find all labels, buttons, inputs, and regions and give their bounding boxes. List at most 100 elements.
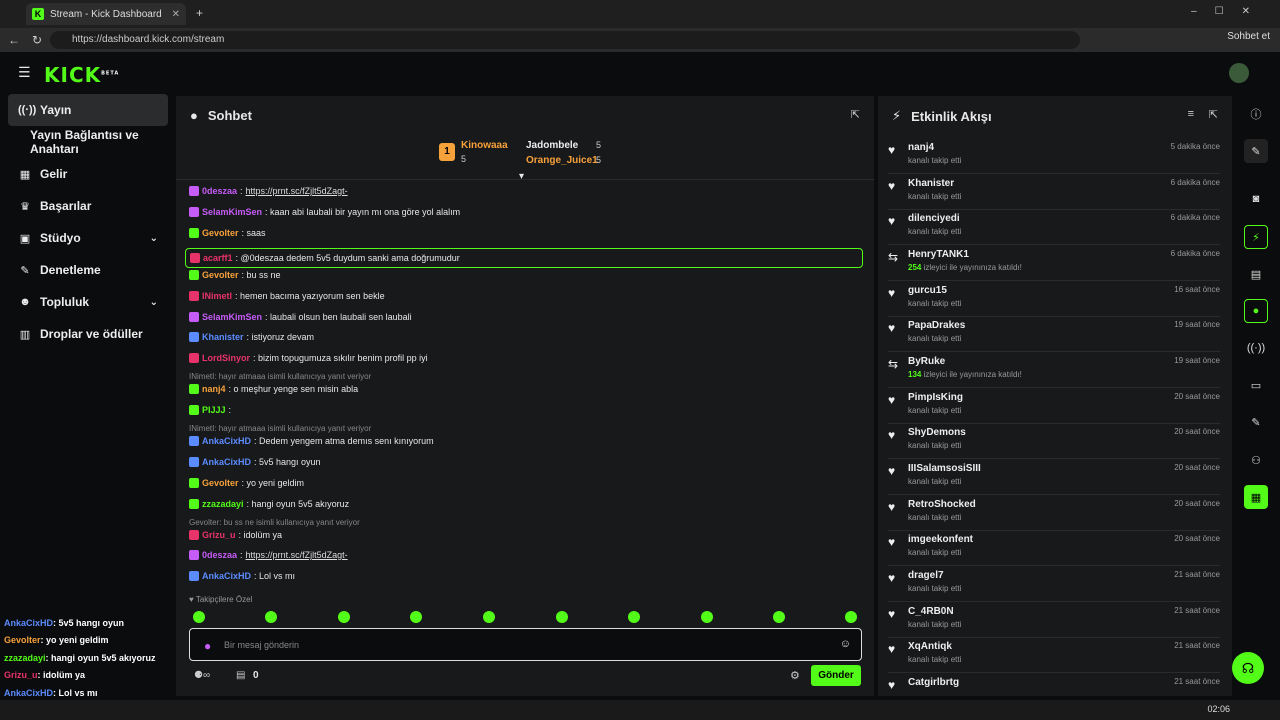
- browser-tab[interactable]: K Stream - Kick Dashboard ✕: [26, 3, 186, 25]
- chat-username[interactable]: PIJJJ: [202, 405, 226, 415]
- send-button[interactable]: Gönder: [811, 665, 861, 686]
- leader-name[interactable]: Jadombele: [526, 140, 578, 151]
- chat-message[interactable]: Khanister: istiyoruz devam: [189, 332, 314, 342]
- sidebar-item-studyo[interactable]: ▣ Stüdyo ⌄: [8, 222, 168, 254]
- chat-message[interactable]: SelamKimSen: laubali olsun ben laubali s…: [189, 312, 412, 322]
- chat-username[interactable]: Gevolter: [202, 228, 239, 238]
- sidebar-item-topluluk[interactable]: ☻ Topluluk ⌄: [8, 286, 168, 318]
- popout-icon[interactable]: ⇱: [851, 108, 860, 121]
- emote-icon[interactable]: [483, 611, 495, 623]
- activity-item[interactable]: ♥ Khanister kanalı takip etti 6 dakika önce: [888, 176, 1220, 210]
- reload-icon[interactable]: ↻: [32, 33, 42, 47]
- chat-message[interactable]: 0deszaa: https://prnt.sc/fZjlt5dZagt-: [189, 550, 348, 560]
- copilot-button[interactable]: Sohbet et: [1227, 31, 1270, 42]
- chat-username[interactable]: AnkaCixHD: [202, 457, 251, 467]
- chat-message[interactable]: acarff1: @0deszaa dedem 5v5 duydum sanki…: [185, 248, 863, 268]
- activity-username[interactable]: RetroShocked: [908, 499, 976, 510]
- emote-icon[interactable]: [773, 611, 785, 623]
- activity-item[interactable]: ♥ C_4RB0N kanalı takip etti 21 saat önce: [888, 604, 1220, 638]
- chat-username[interactable]: zzazadayi: [202, 499, 244, 509]
- activity-username[interactable]: ByRuke: [908, 356, 945, 367]
- chat-username[interactable]: Gevolter: [202, 270, 239, 280]
- sidebar-item-yayin[interactable]: ((·)) Yayın: [8, 94, 168, 126]
- chat-message[interactable]: PIJJJ:: [189, 405, 231, 415]
- chat-username[interactable]: acarff1: [203, 253, 233, 263]
- activity-item[interactable]: ♥ dragel7 kanalı takip etti 21 saat önce: [888, 568, 1220, 602]
- activity-username[interactable]: gurcu15: [908, 285, 947, 296]
- leader-name[interactable]: Orange_Juice1: [526, 155, 598, 166]
- activity-username[interactable]: PapaDrakes: [908, 320, 965, 331]
- activity-username[interactable]: dragel7: [908, 570, 944, 581]
- activity-username[interactable]: Catgirlbrtg: [908, 677, 959, 688]
- help-icon[interactable]: ☊: [1232, 652, 1264, 684]
- activity-item[interactable]: ♥ dilenciyedi kanalı takip etti 6 dakika ön…: [888, 211, 1220, 245]
- chat-message[interactable]: Gevolter: bu ss ne: [189, 270, 281, 280]
- popout-icon[interactable]: ⇱: [1209, 108, 1218, 121]
- activity-username[interactable]: HenryTANK1: [908, 249, 969, 260]
- chat-username[interactable]: Gevolter: [202, 478, 239, 488]
- leader-name[interactable]: Kinowaaa: [461, 140, 508, 151]
- activity-username[interactable]: PimpIsKing: [908, 392, 963, 403]
- activity-item[interactable]: ♥ nanj4 kanalı takip etti 5 dakika önce: [888, 140, 1220, 174]
- chat-username[interactable]: Grizu_u: [202, 530, 236, 540]
- avatar[interactable]: [1229, 63, 1249, 83]
- chat-username[interactable]: SelamKimSen: [202, 207, 262, 217]
- activity-item[interactable]: ♥ PimpIsKing kanalı takip etti 20 saat önce: [888, 390, 1220, 424]
- chat-username[interactable]: INimetI: [202, 291, 232, 301]
- activity-username[interactable]: Khanister: [908, 178, 954, 189]
- info-icon[interactable]: ⓘ: [1244, 102, 1268, 126]
- emote-icon[interactable]: [338, 611, 350, 623]
- chat-message[interactable]: AnkaCixHD: Dedem yengem atma demıs senı …: [189, 436, 434, 446]
- chat-username[interactable]: SelamKimSen: [202, 312, 262, 322]
- wrench-icon[interactable]: ✎: [1244, 410, 1268, 434]
- chat-message[interactable]: Gevolter: saas: [189, 228, 266, 238]
- emote-icon[interactable]: [845, 611, 857, 623]
- chat-message[interactable]: LordSinyor: bizim topugumuza sıkılır ben…: [189, 353, 428, 363]
- chat-message[interactable]: SelamKimSen: kaan abi laubali bir yayın …: [189, 207, 460, 217]
- window-controls[interactable]: –☐✕: [1191, 6, 1268, 17]
- expand-icon[interactable]: ▾: [519, 171, 524, 182]
- chat-message[interactable]: AnkaCixHD: Lol vs mı: [189, 571, 295, 581]
- activity-item[interactable]: ♥ XqAntiqk kanalı takip etti 21 saat önce: [888, 639, 1220, 673]
- notes-icon[interactable]: ▤: [1244, 262, 1268, 286]
- new-tab-icon[interactable]: +: [196, 6, 203, 20]
- emote-icon[interactable]: [701, 611, 713, 623]
- activity-item[interactable]: ♥ gurcu15 kanalı takip etti 16 saat önce: [888, 283, 1220, 317]
- close-tab-icon[interactable]: ✕: [172, 9, 180, 20]
- activity-username[interactable]: nanj4: [908, 142, 934, 153]
- activity-username[interactable]: dilenciyedi: [908, 213, 960, 224]
- screen-icon[interactable]: ◙: [1244, 187, 1268, 211]
- chat-toggle-icon[interactable]: ●: [1244, 299, 1268, 323]
- users-icon[interactable]: ⚇: [1244, 448, 1268, 472]
- chat-username[interactable]: Khanister: [202, 332, 244, 342]
- chat-username[interactable]: AnkaCixHD: [202, 436, 251, 446]
- sidebar-item-denetleme[interactable]: ✎ Denetleme: [8, 254, 168, 286]
- activity-username[interactable]: XqAntiqk: [908, 641, 952, 652]
- back-icon[interactable]: ←: [8, 33, 20, 47]
- chat-username[interactable]: nanj4: [202, 384, 226, 394]
- layout-icon[interactable]: ▭: [1244, 373, 1268, 397]
- activity-toggle-icon[interactable]: ⚡: [1244, 225, 1268, 249]
- activity-username[interactable]: imgeekonfent: [908, 534, 973, 545]
- emote-icon[interactable]: [628, 611, 640, 623]
- sidebar-item-basarilar[interactable]: ♛ Başarılar: [8, 190, 168, 222]
- broadcast-icon[interactable]: ((·)): [1244, 336, 1268, 360]
- chat-username[interactable]: 0deszaa: [202, 550, 237, 560]
- activity-username[interactable]: C_4RB0N: [908, 606, 954, 617]
- settings-icon[interactable]: ⚙: [790, 669, 800, 682]
- filter-icon[interactable]: ≡: [1188, 108, 1194, 120]
- activity-item[interactable]: ♥ IIISalamsosiSIII kanalı takip etti 20 saa…: [888, 461, 1220, 495]
- sidebar-item-gelir[interactable]: ▦ Gelir: [8, 158, 168, 190]
- chat-username[interactable]: LordSinyor: [202, 353, 250, 363]
- chat-username[interactable]: 0deszaa: [202, 186, 237, 196]
- activity-username[interactable]: ShyDemons: [908, 427, 966, 438]
- activity-item[interactable]: ⇆ ByRuke 134 izleyici ile yayınınıza katıl…: [888, 354, 1220, 388]
- chat-link[interactable]: https://prnt.sc/fZjlt5dZagt-: [246, 550, 348, 560]
- chat-message[interactable]: AnkaCixHD: 5v5 hangı oyun: [189, 457, 321, 467]
- url-field[interactable]: https://dashboard.kick.com/stream: [50, 31, 1080, 49]
- chat-link[interactable]: https://prnt.sc/fZjlt5dZagt-: [246, 186, 348, 196]
- activity-item[interactable]: ♥ PapaDrakes kanalı takip etti 19 saat önce: [888, 318, 1220, 352]
- menu-icon[interactable]: ☰: [18, 64, 31, 81]
- edit-icon[interactable]: ✎: [1244, 139, 1268, 163]
- chat-message[interactable]: zzazadayi: hangi oyun 5v5 akıyoruz: [189, 499, 349, 509]
